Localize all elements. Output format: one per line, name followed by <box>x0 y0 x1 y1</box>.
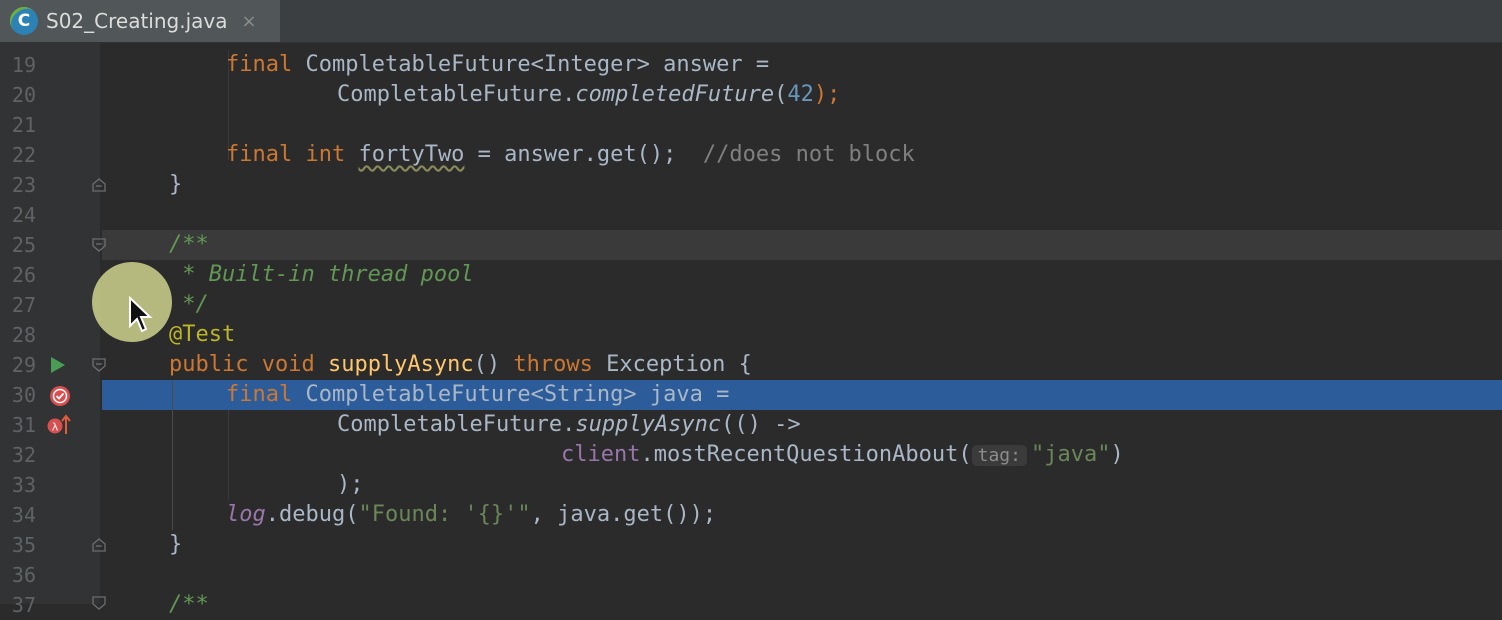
code-line-29[interactable]: public void supplyAsync() throws Excepti… <box>169 350 752 380</box>
code-line-23[interactable]: } <box>169 170 182 200</box>
code-text: Exception { <box>592 352 752 377</box>
code-line-33[interactable]: ); <box>337 470 364 500</box>
line-number: 31 <box>11 413 36 437</box>
line-number: 25 <box>11 233 36 257</box>
line-number: 36 <box>11 563 36 587</box>
run-test-icon[interactable] <box>50 356 66 374</box>
code-text: ); <box>813 82 841 107</box>
code-line-34[interactable]: log.debug("Found: '{}'", java.get()); <box>226 500 716 530</box>
code-text: .debug( <box>265 502 359 527</box>
string-literal: "Found: '{}'" <box>358 502 531 527</box>
code-text: } <box>169 172 183 197</box>
doc-comment: */ <box>169 292 209 317</box>
line-number: 35 <box>11 533 36 557</box>
fold-end-icon[interactable] <box>92 538 106 552</box>
string-literal: "java" <box>1030 442 1111 467</box>
keyword: throws <box>513 352 593 377</box>
code-line-30[interactable]: final CompletableFuture<String> java = <box>226 380 729 410</box>
code-text: CompletableFuture. <box>337 82 576 107</box>
line-number: 19 <box>11 53 36 77</box>
line-number: 29 <box>11 353 36 377</box>
static-method: completedFuture <box>575 82 775 107</box>
mouse-pointer-icon <box>129 296 153 333</box>
line-number: 28 <box>11 323 36 347</box>
tab-title[interactable]: S02_Creating.java <box>46 9 227 33</box>
annotation: @Test <box>169 322 236 347</box>
field-reference: client <box>561 442 641 467</box>
code-line-35[interactable]: } <box>169 530 182 560</box>
code-text: CompletableFuture<Integer> answer = <box>292 52 770 77</box>
code-line-20[interactable]: CompletableFuture.completedFuture(42); <box>337 80 840 110</box>
code-text: ( <box>774 82 788 107</box>
doc-comment: * Built-in thread pool <box>169 262 474 287</box>
code-line-25[interactable]: /** <box>169 230 209 260</box>
breakpoint-check-icon[interactable] <box>48 384 72 408</box>
caret-line-highlight <box>102 230 1502 260</box>
code-line-27[interactable]: */ <box>169 290 209 320</box>
code-text: () <box>473 352 514 377</box>
line-number: 21 <box>11 113 36 137</box>
line-number: 33 <box>11 473 36 497</box>
partial-line-18 <box>0 43 1502 49</box>
doc-comment: /** <box>169 592 209 617</box>
static-method: supplyAsync <box>575 412 722 437</box>
parameter-hint: tag: <box>971 445 1027 466</box>
code-text: CompletableFuture. <box>337 412 576 437</box>
close-tab-icon[interactable]: × <box>241 11 256 32</box>
code-text: } <box>169 532 183 557</box>
code-line-37[interactable]: /** <box>169 590 209 620</box>
java-class-icon: C <box>10 7 38 35</box>
fold-start-icon[interactable] <box>92 358 106 372</box>
svg-text:λ: λ <box>52 421 59 434</box>
unused-variable: fortyTwo <box>358 142 465 167</box>
fold-start-icon[interactable] <box>92 238 106 252</box>
line-comment: //does not block <box>702 142 915 167</box>
indent-guide <box>228 410 229 500</box>
keyword: final <box>226 382 293 407</box>
code-text: (() -> <box>721 412 801 437</box>
fold-start-icon[interactable] <box>92 596 106 610</box>
code-line-31[interactable]: CompletableFuture.supplyAsync(() -> <box>337 410 801 440</box>
code-line-28[interactable]: @Test <box>169 320 235 350</box>
fold-end-icon[interactable] <box>92 178 106 192</box>
code-text: .mostRecentQuestionAbout( <box>640 442 972 467</box>
keyword: public void <box>169 352 315 377</box>
editor-tab[interactable]: C S02_Creating.java × <box>0 0 280 42</box>
code-text: CompletableFuture<String> java = <box>292 382 730 407</box>
line-number: 26 <box>11 263 36 287</box>
code-line-32[interactable]: client.mostRecentQuestionAbout(tag: "java… <box>561 440 1124 471</box>
line-number: 22 <box>11 143 36 167</box>
editor-tab-bar: C S02_Creating.java × <box>0 0 1502 43</box>
line-number: 34 <box>11 503 36 527</box>
keyword: final <box>226 52 293 77</box>
field-reference: log <box>226 502 266 527</box>
code-text: ); <box>337 472 364 497</box>
method-name: supplyAsync <box>327 352 474 377</box>
line-number: 24 <box>11 203 36 227</box>
code-line-19[interactable]: final CompletableFuture<Integer> answer … <box>226 50 769 80</box>
code-line-22[interactable]: final int fortyTwo = answer.get(); //doe… <box>226 140 915 170</box>
line-number: 27 <box>11 293 36 317</box>
line-number: 37 <box>11 593 36 617</box>
code-text: = answer.get(); <box>464 142 677 167</box>
doc-comment: /** <box>169 232 209 257</box>
line-number: 23 <box>11 173 36 197</box>
code-text: , java.get()); <box>530 502 717 527</box>
keyword: final int <box>226 142 346 167</box>
number-literal: 42 <box>787 82 814 107</box>
line-number: 32 <box>11 443 36 467</box>
code-text: ) <box>1110 442 1124 467</box>
indent-guide <box>172 380 173 530</box>
line-number: 20 <box>11 83 36 107</box>
line-number: 30 <box>11 383 36 407</box>
code-line-26[interactable]: * Built-in thread pool <box>169 260 474 290</box>
lambda-call-icon[interactable]: λ <box>46 412 72 438</box>
